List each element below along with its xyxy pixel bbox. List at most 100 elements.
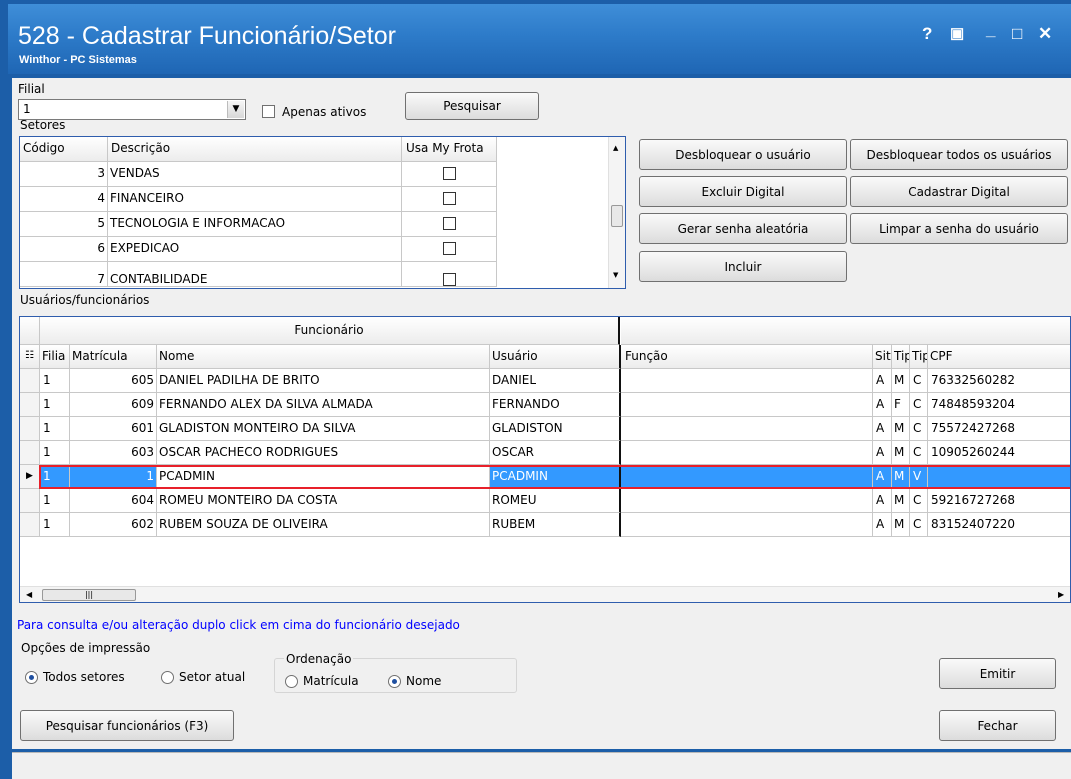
setor-codigo: 5 <box>20 212 108 237</box>
scroll-up-icon[interactable]: ▲ <box>613 144 618 152</box>
row-indicator[interactable] <box>20 369 40 393</box>
matricula-radio[interactable]: Matrícula <box>285 674 359 688</box>
row-indicator[interactable] <box>20 393 40 417</box>
fechar-button[interactable]: Fechar <box>939 710 1056 741</box>
cell-matricula: 601 <box>70 417 157 441</box>
column-header[interactable]: Tip <box>910 345 928 369</box>
setor-atual-radio[interactable]: Setor atual <box>161 670 245 684</box>
chevron-down-icon[interactable]: ▼ <box>227 101 244 118</box>
radio-icon[interactable] <box>161 670 174 684</box>
cell-situacao: A <box>873 417 892 441</box>
usa-my-frota-checkbox[interactable] <box>402 212 497 237</box>
column-header[interactable]: Sitι <box>873 345 892 369</box>
row-indicator[interactable] <box>20 417 40 441</box>
table-row[interactable]: 3 VENDAS <box>20 162 609 187</box>
setor-descricao: VENDAS <box>108 162 402 187</box>
usa-my-frota-checkbox[interactable] <box>402 162 497 187</box>
maximize-icon[interactable]: □ <box>1012 24 1022 44</box>
row-indicator[interactable] <box>20 489 40 513</box>
table-row[interactable]: 1 605 DANIEL PADILHA DE BRITO DANIEL A M… <box>20 369 1070 393</box>
column-header[interactable]: Descrição <box>108 137 402 162</box>
nome-radio[interactable]: Nome <box>388 674 441 688</box>
row-indicator[interactable] <box>20 513 40 537</box>
radio-selected-icon[interactable] <box>25 670 38 684</box>
cell-cpf: 59216727268 <box>928 489 1070 513</box>
cell-matricula: 603 <box>70 441 157 465</box>
scroll-down-icon[interactable]: ▼ <box>613 271 618 279</box>
table-row[interactable]: 1 603 OSCAR PACHECO RODRIGUES OSCAR A M … <box>20 441 1070 465</box>
cell-filial: 1 <box>40 393 70 417</box>
cell-situacao: A <box>873 393 892 417</box>
emitir-button[interactable]: Emitir <box>939 658 1056 689</box>
desbloquear-todos-button[interactable]: Desbloquear todos os usuários <box>850 139 1068 170</box>
todos-setores-label: Todos setores <box>43 670 125 684</box>
setores-grid[interactable]: Código Descrição Usa My Frota 3 VENDAS 4… <box>19 136 626 289</box>
columns-menu-icon[interactable]: ☷ <box>20 345 40 369</box>
matricula-label: Matrícula <box>303 674 359 688</box>
setores-scrollbar[interactable]: ▲ ▼ <box>608 137 625 288</box>
incluir-button[interactable]: Incluir <box>639 251 847 282</box>
cadastrar-digital-button[interactable]: Cadastrar Digital <box>850 176 1068 207</box>
restore-icon[interactable]: ▣ <box>950 24 964 42</box>
table-row[interactable]: 1 601 GLADISTON MONTEIRO DA SILVA GLADIS… <box>20 417 1070 441</box>
table-row[interactable]: 4 FINANCEIRO <box>20 187 609 212</box>
row-indicator[interactable] <box>20 441 40 465</box>
filial-select[interactable]: 1 ▼ <box>18 99 246 120</box>
column-header[interactable]: Nome <box>157 345 490 369</box>
column-header[interactable]: Usa My Frota <box>402 137 497 162</box>
column-header[interactable]: Filia <box>40 345 70 369</box>
apenas-ativos-checkbox[interactable] <box>262 105 275 118</box>
close-icon[interactable]: ✕ <box>1038 24 1052 44</box>
hint-text: Para consulta e/ou alteração duplo click… <box>17 618 460 632</box>
cell-funcao <box>621 369 873 393</box>
gerar-senha-button[interactable]: Gerar senha aleatória <box>639 213 847 244</box>
cell-nome: FERNANDO ALEX DA SILVA ALMADA <box>157 393 490 417</box>
desbloquear-usuario-button[interactable]: Desbloquear o usuário <box>639 139 847 170</box>
pesquisar-funcionarios-button[interactable]: Pesquisar funcionários (F3) <box>20 710 234 741</box>
excluir-digital-button[interactable]: Excluir Digital <box>639 176 847 207</box>
minimize-icon[interactable]: _ <box>986 20 995 40</box>
usa-my-frota-checkbox[interactable] <box>402 262 497 287</box>
cell-nome[interactable]: PCADMIN <box>157 465 490 489</box>
title-bar[interactable]: 528 - Cadastrar Funcionário/Setor Wintho… <box>8 4 1071 74</box>
cell-tipo: C <box>910 417 928 441</box>
radio-selected-icon[interactable] <box>388 674 401 688</box>
column-header[interactable]: Tip <box>892 345 910 369</box>
pesquisar-button[interactable]: Pesquisar <box>405 92 539 120</box>
cell-nome: GLADISTON MONTEIRO DA SILVA <box>157 417 490 441</box>
column-header[interactable]: Função <box>621 345 873 369</box>
scroll-left-icon[interactable]: ◀ <box>26 590 32 599</box>
radio-icon[interactable] <box>285 674 298 688</box>
help-icon[interactable]: ? <box>922 24 932 44</box>
column-header[interactable]: Usuário <box>490 345 621 369</box>
table-row[interactable]: 5 TECNOLOGIA E INFORMACAO <box>20 212 609 237</box>
cell-funcao <box>621 513 873 537</box>
table-row[interactable]: 1 609 FERNANDO ALEX DA SILVA ALMADA FERN… <box>20 393 1070 417</box>
usa-my-frota-checkbox[interactable] <box>402 237 497 262</box>
horizontal-scrollbar[interactable]: ◀ ||| ▶ <box>20 586 1070 602</box>
cell-tipo: M <box>892 441 910 465</box>
scroll-thumb[interactable]: ||| <box>42 589 136 601</box>
todos-setores-radio[interactable]: Todos setores <box>25 670 125 684</box>
column-header[interactable]: CPF <box>928 345 1070 369</box>
cell-tipo: V <box>910 465 928 489</box>
usa-my-frota-checkbox[interactable] <box>402 187 497 212</box>
table-row-selected[interactable]: ▶ 1 1 PCADMIN PCADMIN A M V <box>20 465 1070 489</box>
cell-tipo: M <box>892 417 910 441</box>
form-body: Filial 1 ▼ Apenas ativos Pesquisar Setor… <box>12 78 1071 749</box>
table-row[interactable]: 7 CONTABILIDADE <box>20 262 609 287</box>
usuarios-label: Usuários/funcionários <box>20 293 150 307</box>
scroll-thumb[interactable] <box>611 205 623 227</box>
cell-tipo: M <box>892 513 910 537</box>
table-row[interactable]: 1 602 RUBEM SOUZA DE OLIVEIRA RUBEM A M … <box>20 513 1070 537</box>
usuarios-grid[interactable]: Funcionário ☷ Filia Matrícula Nome Usuár… <box>19 316 1071 603</box>
column-header[interactable]: Código <box>20 137 108 162</box>
column-header[interactable]: Matrícula <box>70 345 157 369</box>
cell-cpf <box>928 465 1070 489</box>
table-row[interactable]: 6 EXPEDICAO <box>20 237 609 262</box>
row-pointer-icon[interactable]: ▶ <box>20 465 40 489</box>
table-row[interactable]: 1 604 ROMEU MONTEIRO DA COSTA ROMEU A M … <box>20 489 1070 513</box>
limpar-senha-button[interactable]: Limpar a senha do usuário <box>850 213 1068 244</box>
cell-usuario: ROMEU <box>490 489 621 513</box>
scroll-right-icon[interactable]: ▶ <box>1058 590 1064 599</box>
